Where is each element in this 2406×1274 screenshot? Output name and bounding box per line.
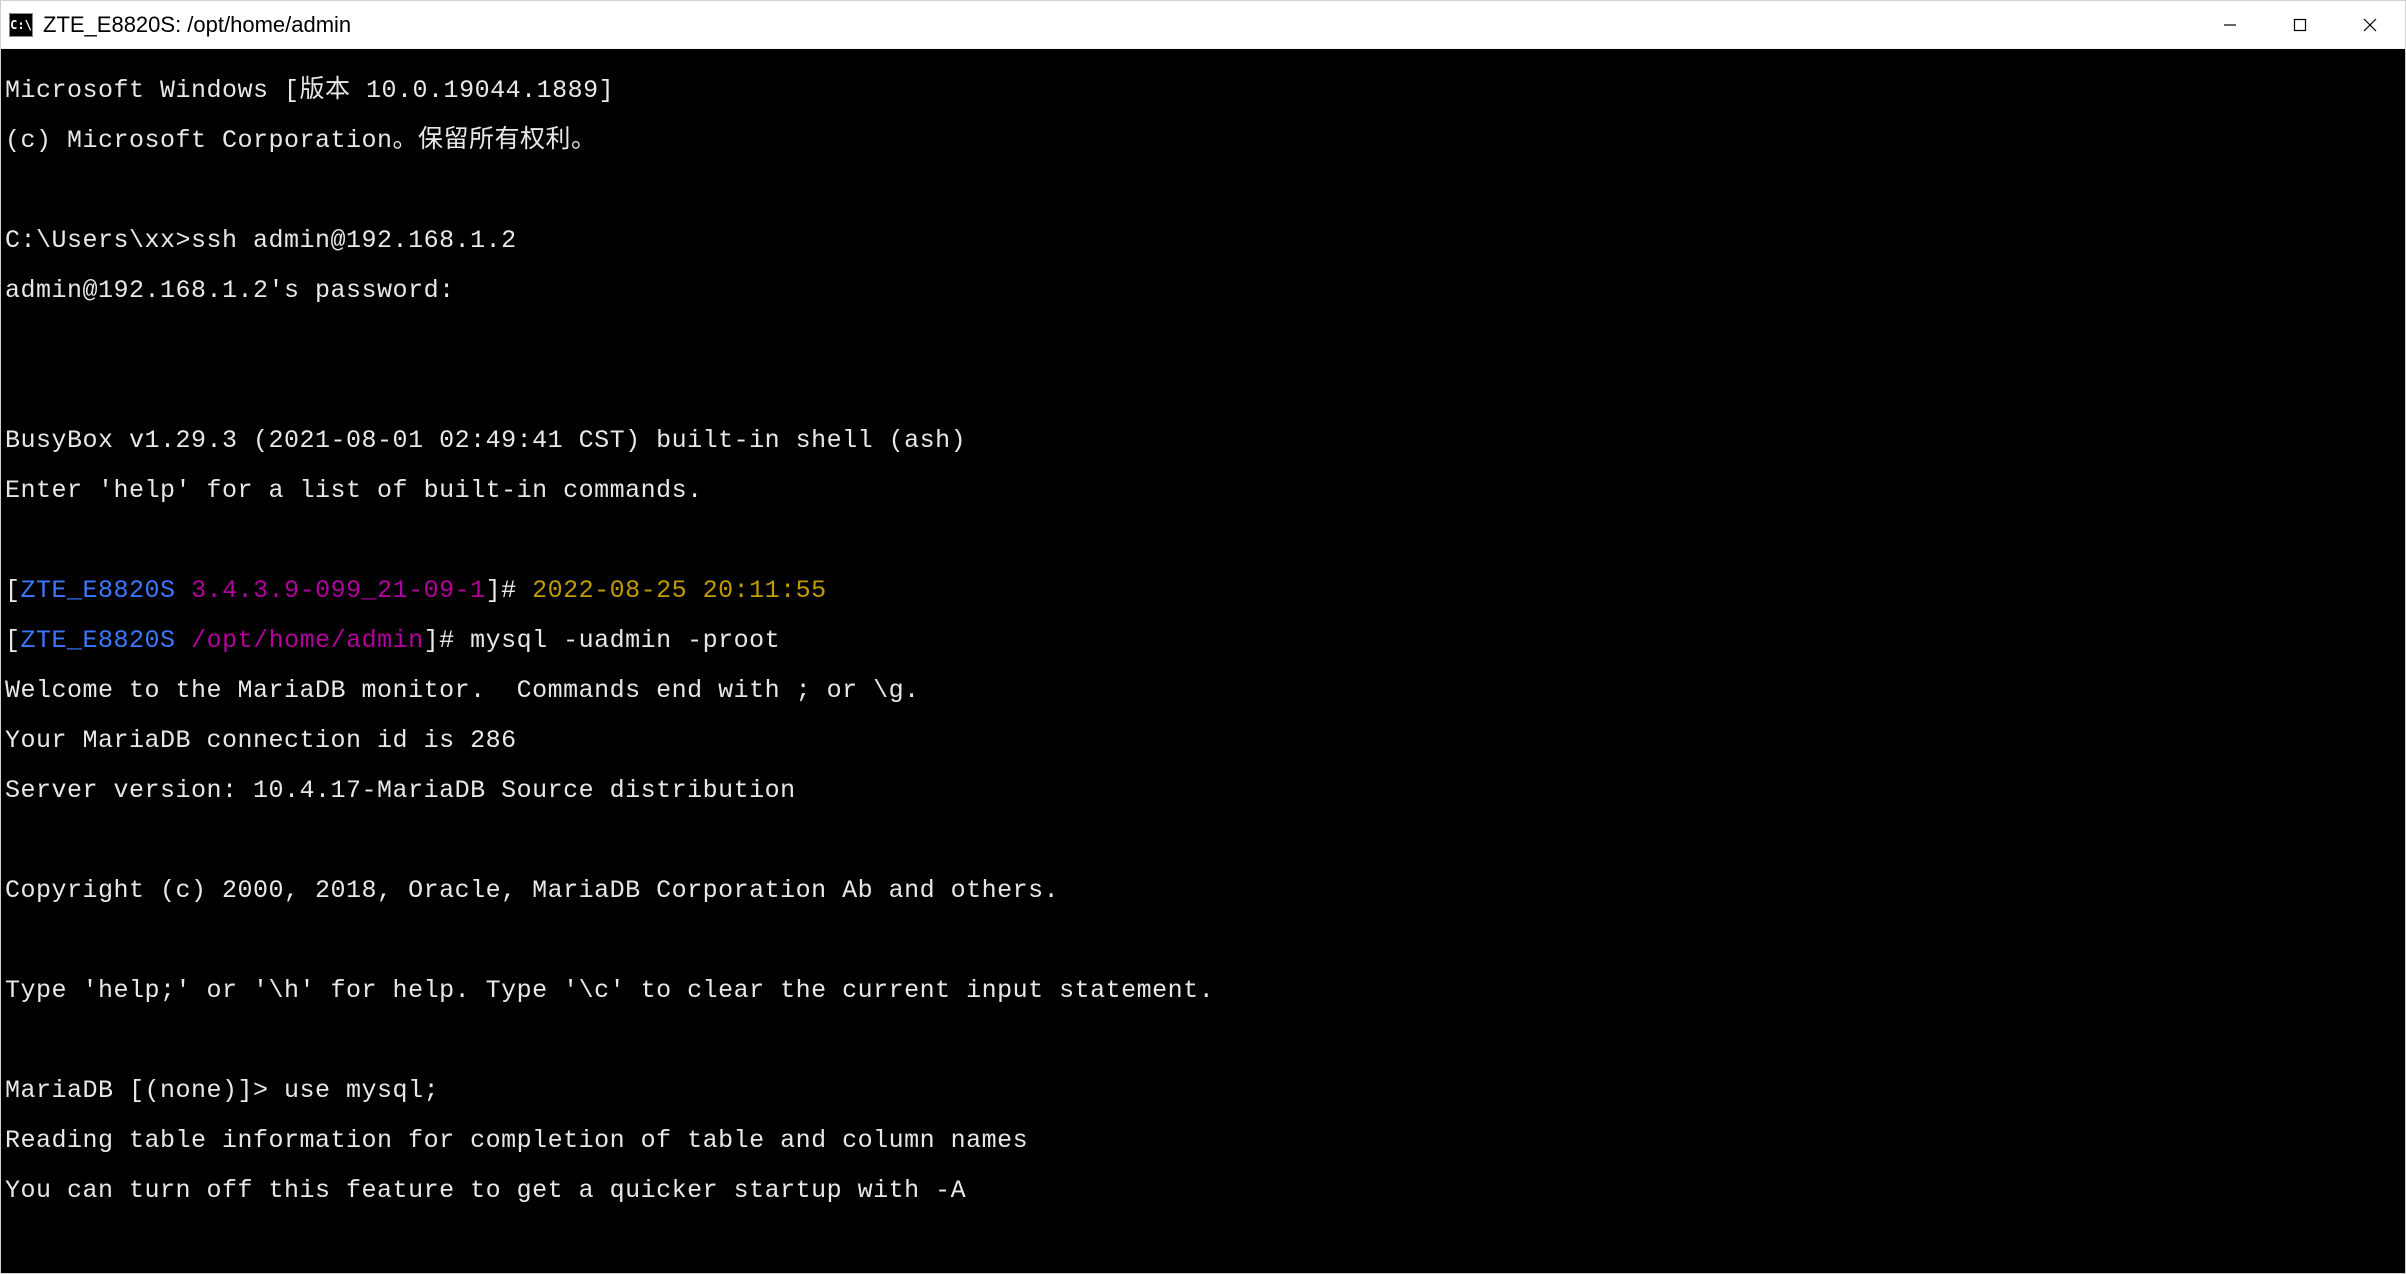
spacer xyxy=(176,576,192,605)
terminal-line: Reading table information for completion… xyxy=(5,1128,2401,1153)
terminal-line xyxy=(5,1028,2401,1053)
close-button[interactable] xyxy=(2335,1,2405,48)
terminal-output[interactable]: Microsoft Windows [版本 10.0.19044.1889] (… xyxy=(1,49,2405,1273)
terminal-line xyxy=(5,528,2401,553)
terminal-line: Welcome to the MariaDB monitor. Commands… xyxy=(5,678,2401,703)
bracket-close: ]# xyxy=(424,626,471,655)
window-controls xyxy=(2195,1,2405,48)
bracket-close: ]# xyxy=(486,576,533,605)
bracket-open: [ xyxy=(5,626,21,655)
terminal-line xyxy=(5,1228,2401,1253)
terminal-line: Your MariaDB connection id is 286 xyxy=(5,728,2401,753)
terminal-line: admin@192.168.1.2's password: xyxy=(5,278,2401,303)
titlebar: C:\ ZTE_E8820S: /opt/home/admin xyxy=(1,1,2405,49)
terminal-line xyxy=(5,928,2401,953)
shell-prompt-line: [ZTE_E8820S 3.4.3.9-099_21-09-1]# 2022-0… xyxy=(5,578,2401,603)
terminal-line: BusyBox v1.29.3 (2021-08-01 02:49:41 CST… xyxy=(5,428,2401,453)
prompt-host: ZTE_E8820S xyxy=(21,626,176,655)
prompt-host: ZTE_E8820S xyxy=(21,576,176,605)
prompt-path: /opt/home/admin xyxy=(191,626,424,655)
prompt-timestamp: 2022-08-25 20:11:55 xyxy=(532,576,827,605)
minimize-icon xyxy=(2223,18,2237,32)
prompt-version: 3.4.3.9-099_21-09-1 xyxy=(191,576,486,605)
mariadb-prompt-line: MariaDB [(none)]> use mysql; xyxy=(5,1078,2401,1103)
terminal-line xyxy=(5,828,2401,853)
terminal-line: Enter 'help' for a list of built-in comm… xyxy=(5,478,2401,503)
shell-prompt-line: [ZTE_E8820S /opt/home/admin]# mysql -uad… xyxy=(5,628,2401,653)
terminal-line: C:\Users\xx>ssh admin@192.168.1.2 xyxy=(5,228,2401,253)
prompt-command: mysql -uadmin -proot xyxy=(470,626,780,655)
maximize-button[interactable] xyxy=(2265,1,2335,48)
terminal-line xyxy=(5,378,2401,403)
close-icon xyxy=(2363,18,2377,32)
terminal-line: (c) Microsoft Corporation。保留所有权利。 xyxy=(5,128,2401,153)
terminal-line: You can turn off this feature to get a q… xyxy=(5,1178,2401,1203)
terminal-line: Copyright (c) 2000, 2018, Oracle, MariaD… xyxy=(5,878,2401,903)
terminal-line: Microsoft Windows [版本 10.0.19044.1889] xyxy=(5,78,2401,103)
terminal-line: Type 'help;' or '\h' for help. Type '\c'… xyxy=(5,978,2401,1003)
terminal-line xyxy=(5,178,2401,203)
maximize-icon xyxy=(2293,18,2307,32)
spacer xyxy=(176,626,192,655)
terminal-line: Server version: 10.4.17-MariaDB Source d… xyxy=(5,778,2401,803)
minimize-button[interactable] xyxy=(2195,1,2265,48)
bracket-open: [ xyxy=(5,576,21,605)
cmd-icon: C:\ xyxy=(9,13,33,37)
terminal-line xyxy=(5,328,2401,353)
window-title: ZTE_E8820S: /opt/home/admin xyxy=(43,12,2195,38)
